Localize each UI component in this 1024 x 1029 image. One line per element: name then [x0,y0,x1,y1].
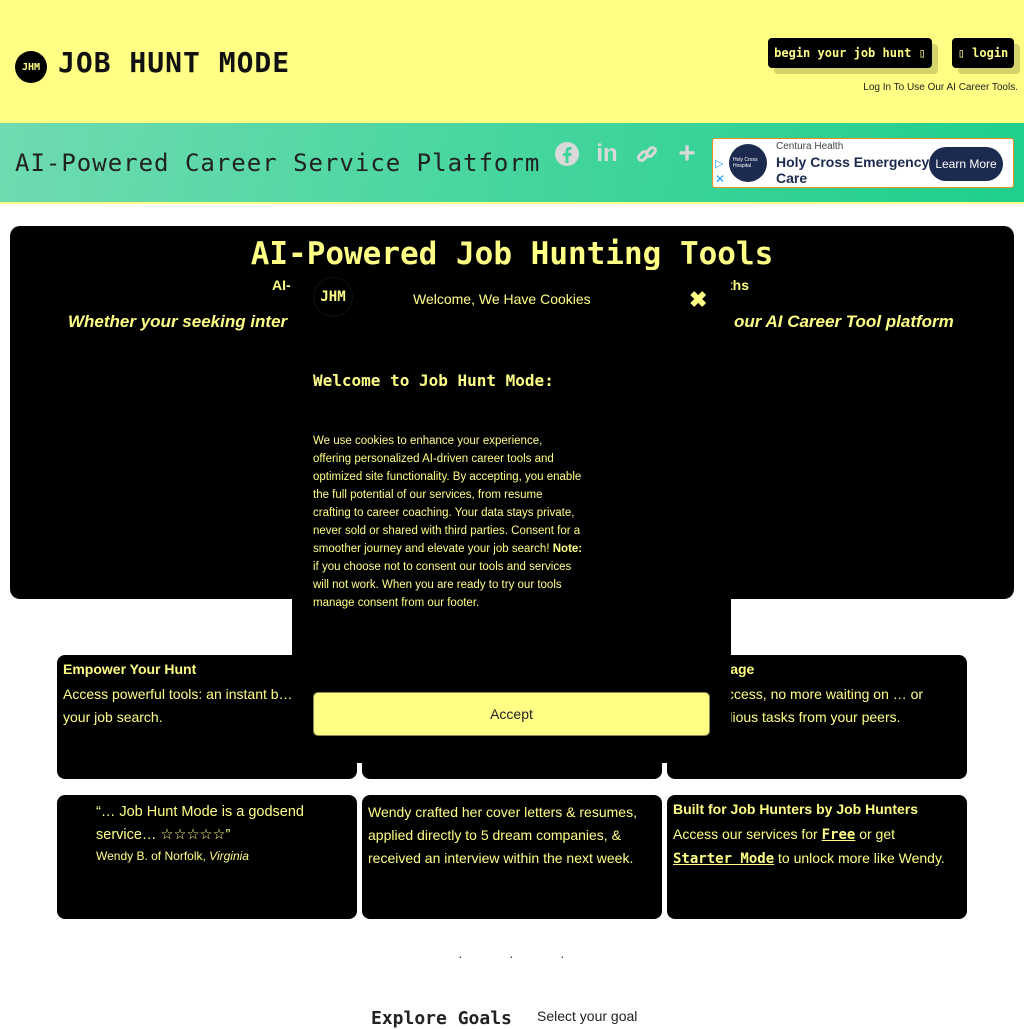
card-body: Access our services for Free or get Star… [673,823,961,871]
tagline: AI-Powered Career Service Platform [15,149,541,177]
advertisement[interactable]: ▷ ✕ Holy Cross Hospital Centura Health H… [712,138,1014,188]
brand-name[interactable]: JOB HUNT MODE [58,46,290,79]
hero-title: AI-Powered Job Hunting Tools [250,236,774,272]
logo-badge[interactable]: JHM [15,51,47,83]
ad-choices-icon[interactable]: ▷ [715,157,723,170]
hero-description-left: Whether your seeking inter [68,312,288,331]
ad-close-icon[interactable]: ✕ [715,172,725,186]
free-link[interactable]: Free [822,827,856,843]
modal-body: We use cookies to enhance your experienc… [313,432,583,612]
testimonial-quote: “… Job Hunt Mode is a godsend service… ☆… [96,804,304,843]
author-name: Wendy B. of Norfolk, [96,849,206,863]
hero-description-right: our AI Career Tool platform [734,312,954,331]
card-body: Access powerful tools: an instant b… you… [63,686,293,725]
card-text: Access our services for [673,826,822,842]
tagline-banner: AI-Powered Career Service Platform in + … [0,123,1024,204]
modal-logo: JHM [313,277,353,317]
modal-body-text: We use cookies to enhance your experienc… [313,435,582,555]
modal-header-title: Welcome, We Have Cookies [413,291,591,307]
success-story-card: Wendy crafted her cover letters & resume… [362,795,662,919]
goal-select[interactable]: Select your goal [537,1008,637,1024]
testimonial-card: “… Job Hunt Mode is a godsend service… ☆… [57,795,357,919]
ad-sponsor: Centura Health [776,141,844,152]
explore-goals-heading: Explore Goals [371,1008,512,1029]
login-note: Log In To Use Our AI Career Tools. [863,82,1018,93]
ad-title[interactable]: Holy Cross Emergency Care [776,154,936,186]
modal-title: Welcome to Job Hunt Mode: [313,371,554,390]
accept-button[interactable]: Accept [313,692,710,736]
built-for-hunters-card: Built for Job Hunters by Job Hunters Acc… [667,795,967,919]
carousel-dot[interactable]: · [509,948,514,964]
linkedin-icon[interactable]: in [591,138,623,170]
modal-note-label: Note: [552,543,583,555]
carousel-dot[interactable]: · [458,948,463,964]
card-body: Wendy crafted her cover letters & resume… [368,804,637,866]
carousel-dot[interactable]: · [560,948,565,964]
modal-body-text: if you choose not to consent our tools a… [313,561,572,609]
hero-subtitle-left: AI- [272,277,291,293]
login-button[interactable]: ▯ login [952,38,1014,68]
plus-icon[interactable]: + [671,137,703,170]
cookie-consent-modal: JHM Welcome, We Have Cookies ✖ Welcome t… [292,270,731,763]
card-text: to unlock more like Wendy. [774,850,945,866]
card-title: Built for Job Hunters by Job Hunters [673,801,919,817]
hero-subtitle-right: ths [728,277,749,293]
testimonial-author: Wendy B. of Norfolk, Virginia [96,847,351,865]
ad-logo: Holy Cross Hospital [729,144,767,182]
link-icon[interactable] [631,138,663,170]
starter-mode-link[interactable]: Starter Mode [673,851,774,867]
begin-job-hunt-button[interactable]: begin your job hunt ▯ [768,38,932,68]
facebook-icon[interactable] [551,138,583,170]
site-header: JHM JOB HUNT MODE begin your job hunt ▯ … [0,0,1024,123]
card-text: or get [855,826,896,842]
ad-learn-more-button[interactable]: Learn More [929,147,1003,181]
author-state: Virginia [209,849,249,863]
close-icon[interactable]: ✖ [689,289,707,311]
